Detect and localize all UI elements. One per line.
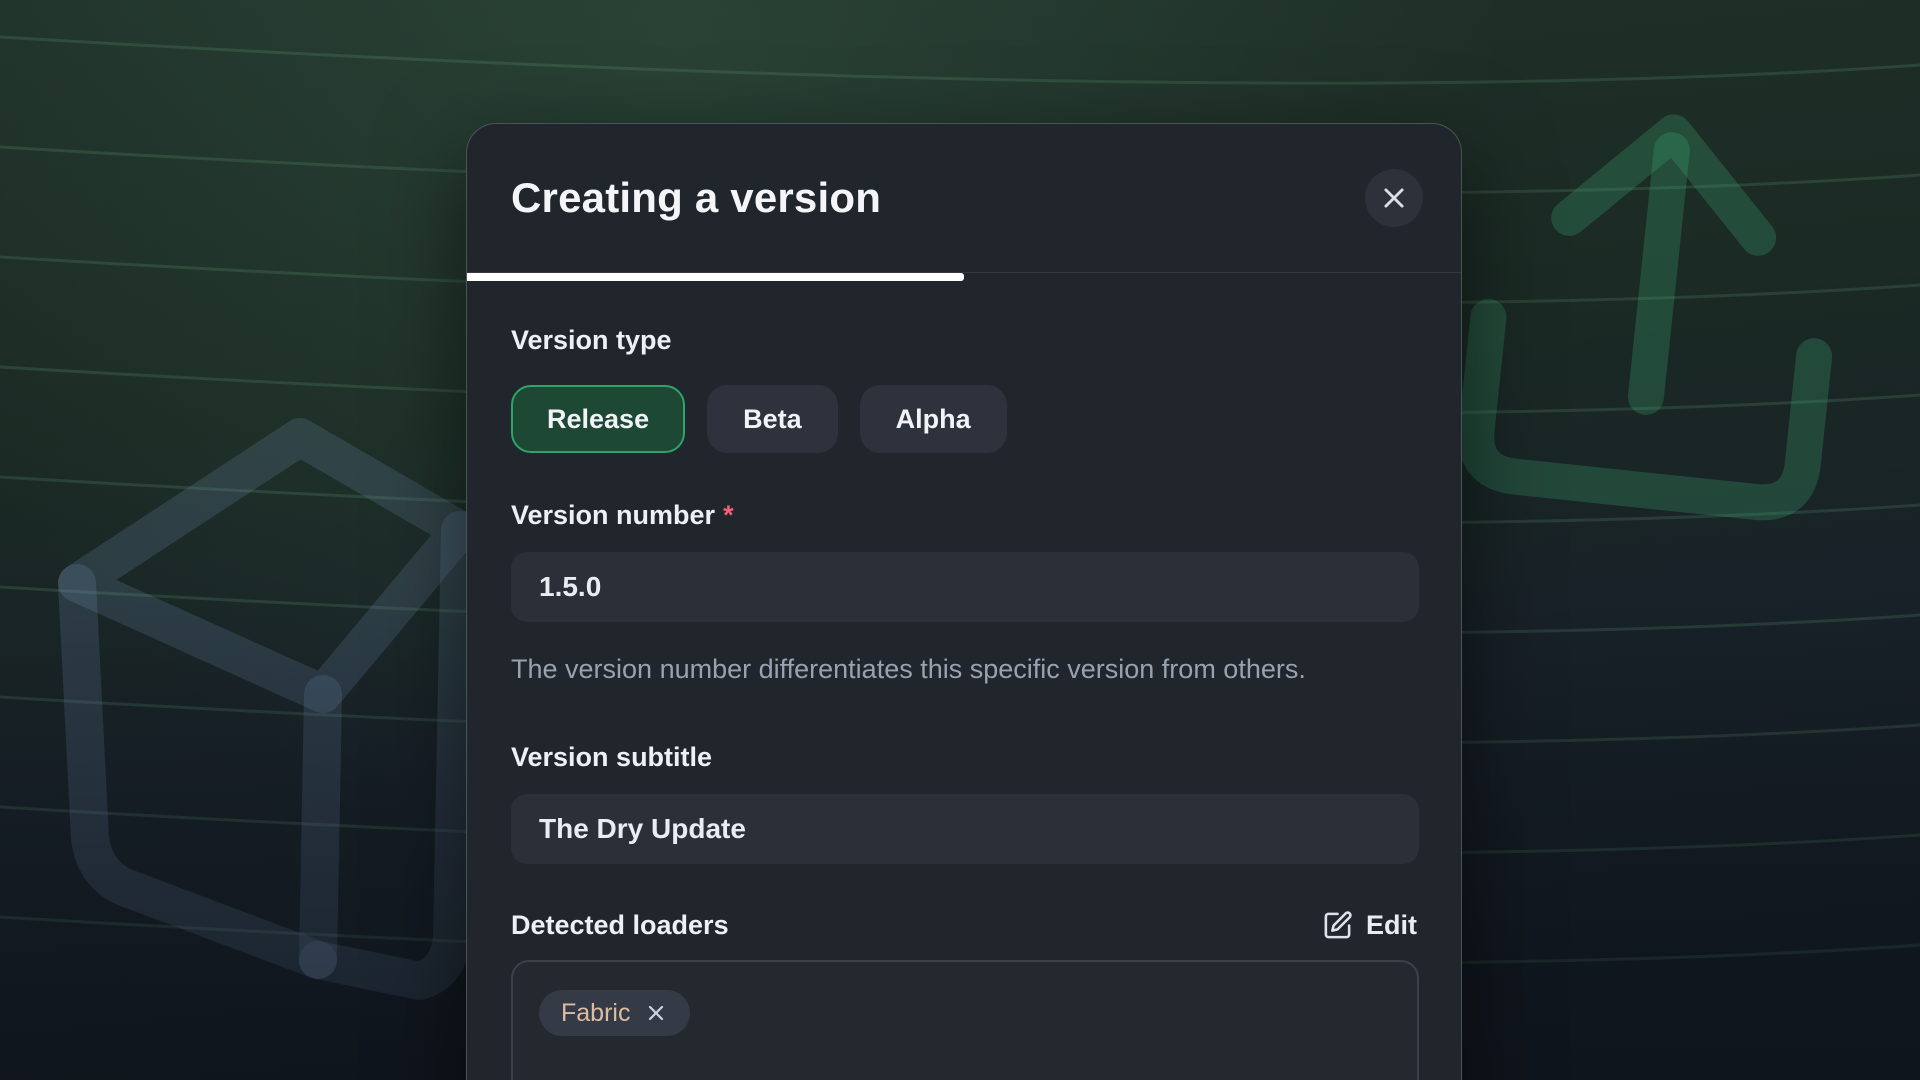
edit-icon	[1322, 910, 1353, 941]
version-type-label: Version type	[511, 324, 1417, 357]
remove-icon	[644, 1001, 668, 1025]
modal-body: Version type Release Beta Alpha Version …	[467, 280, 1461, 1080]
screen: Creating a version Version type Release …	[0, 0, 1920, 1080]
progress-bar	[467, 272, 1461, 280]
version-type-beta[interactable]: Beta	[707, 385, 838, 453]
create-version-modal: Creating a version Version type Release …	[466, 123, 1462, 1080]
detected-loaders-box: Fabric	[511, 960, 1419, 1080]
version-number-input[interactable]	[511, 552, 1419, 622]
modal-header: Creating a version	[467, 124, 1461, 272]
loader-chip-label: Fabric	[561, 999, 630, 1028]
version-subtitle-label: Version subtitle	[511, 741, 1417, 774]
edit-label: Edit	[1366, 910, 1417, 941]
version-number-label: Version number *	[511, 499, 1417, 532]
version-type-release[interactable]: Release	[511, 385, 685, 453]
loader-chip-fabric: Fabric	[539, 990, 690, 1036]
version-number-help: The version number differentiates this s…	[511, 650, 1311, 688]
detected-loaders-row: Detected loaders Edit	[511, 909, 1417, 942]
close-button[interactable]	[1365, 169, 1423, 227]
edit-loaders-button[interactable]: Edit	[1322, 910, 1417, 941]
close-icon	[1379, 183, 1409, 213]
remove-loader-button[interactable]	[644, 1001, 668, 1025]
modal-title: Creating a version	[511, 174, 881, 222]
progress-fill	[467, 273, 964, 281]
version-type-selector: Release Beta Alpha	[511, 385, 1417, 453]
detected-loaders-label: Detected loaders	[511, 909, 729, 942]
version-number-label-text: Version number	[511, 500, 715, 530]
version-subtitle-input[interactable]	[511, 794, 1419, 864]
version-type-alpha[interactable]: Alpha	[860, 385, 1007, 453]
required-asterisk: *	[723, 500, 734, 530]
